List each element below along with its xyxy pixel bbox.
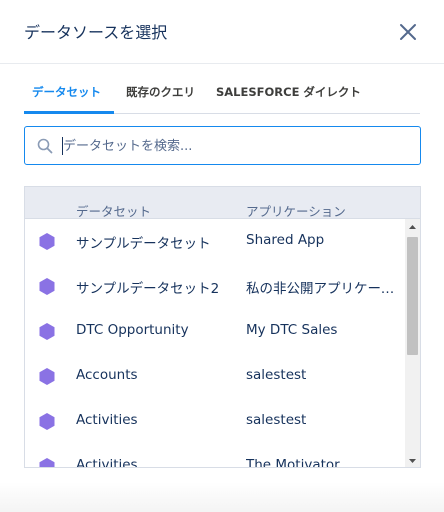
dataset-name: サンプルデータセット: [76, 236, 211, 252]
app-name: salestest: [246, 367, 307, 383]
active-tab-indicator: [24, 111, 114, 114]
table-row[interactable]: Activities salestest: [25, 399, 405, 444]
search-input[interactable]: [63, 135, 403, 157]
table-row[interactable]: サンプルデータセット Shared App: [25, 219, 405, 264]
tab-existing-queries[interactable]: 既存のクエリ: [126, 72, 195, 114]
app-name: salestest: [246, 412, 307, 428]
close-icon: [400, 24, 416, 40]
scroll-down-button[interactable]: [405, 453, 420, 467]
column-header-dataset[interactable]: データセット: [76, 201, 151, 220]
search-box: [24, 126, 421, 165]
dataset-name: サンプルデータセット2: [76, 281, 220, 297]
dataset-hexagon-icon: [39, 458, 55, 467]
table-row[interactable]: Accounts salestest: [25, 354, 405, 399]
dataset-hexagon-icon: [39, 368, 55, 385]
dataset-name: Activities: [76, 412, 138, 428]
dataset-name: Activities: [76, 457, 138, 468]
triangle-down-icon: [409, 459, 416, 463]
app-name: 私の非公開アプリケーション: [246, 281, 400, 297]
tab-bar: データセット 既存のクエリ SALESFORCE ダイレクト: [24, 72, 420, 114]
app-name: Shared App: [246, 232, 325, 248]
select-datasource-dialog: データソースを選択 データセット 既存のクエリ SALESFORCE ダイレクト…: [0, 0, 444, 512]
table-row[interactable]: DTC Opportunity My DTC Sales: [25, 309, 405, 354]
app-name: The Motivator: [246, 457, 340, 468]
triangle-up-icon: [409, 225, 416, 229]
dataset-hexagon-icon: [39, 278, 55, 295]
dialog-title: データソースを選択: [24, 23, 168, 42]
column-header-application[interactable]: アプリケーション: [246, 201, 346, 220]
dataset-name: DTC Opportunity: [76, 322, 189, 338]
table-scrollbar[interactable]: [405, 219, 420, 467]
tab-datasets[interactable]: データセット: [32, 72, 101, 114]
dialog-footer: [0, 482, 444, 512]
search-icon: [37, 138, 53, 154]
table-header: データセット アプリケーション: [25, 187, 420, 219]
dataset-hexagon-icon: [39, 233, 55, 250]
scrollbar-thumb[interactable]: [407, 237, 418, 355]
dataset-table: データセット アプリケーション サンプルデータセット Shared App サン…: [24, 186, 421, 468]
dataset-hexagon-icon: [39, 413, 55, 430]
dataset-name: Accounts: [76, 367, 138, 383]
table-row[interactable]: Activities The Motivator: [25, 444, 405, 468]
tab-salesforce-direct[interactable]: SALESFORCE ダイレクト: [216, 72, 361, 114]
close-button[interactable]: [396, 20, 420, 44]
table-row[interactable]: サンプルデータセット2 私の非公開アプリケーション: [25, 264, 405, 309]
dialog-header: データソースを選択: [0, 0, 444, 64]
dataset-hexagon-icon: [39, 323, 55, 340]
scroll-up-button[interactable]: [405, 219, 420, 233]
app-name: My DTC Sales: [246, 322, 338, 338]
table-body: サンプルデータセット Shared App サンプルデータセット2 私の非公開ア…: [25, 219, 405, 468]
text-cursor: [62, 137, 63, 155]
